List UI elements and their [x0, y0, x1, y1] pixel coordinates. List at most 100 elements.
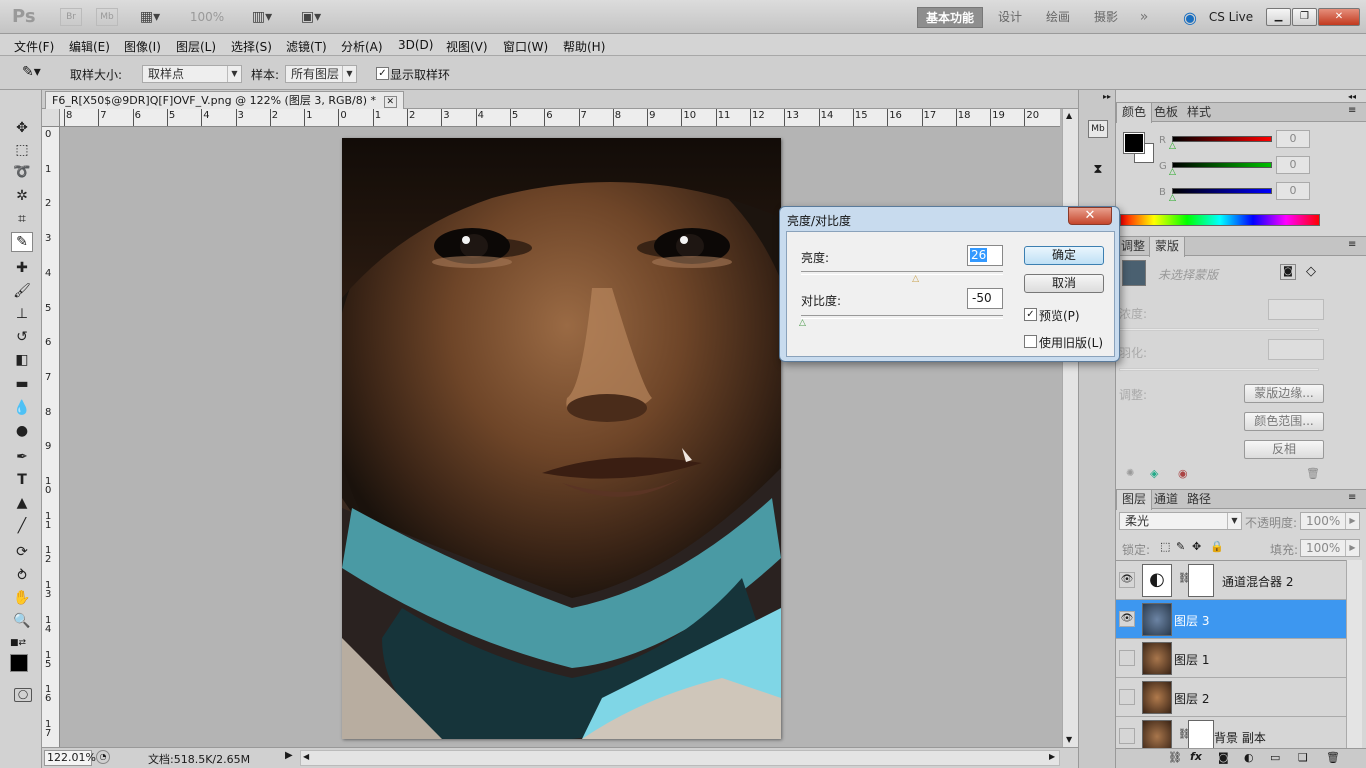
channel-g-handle-icon[interactable]: △	[1169, 167, 1176, 177]
eyedropper-tool-icon[interactable]: ✎	[11, 232, 33, 252]
line-tool-icon[interactable]: ╱	[11, 516, 33, 536]
brightness-field[interactable]: 26	[967, 245, 1003, 266]
sample-size-select[interactable]: 取样点 ▼	[142, 65, 242, 83]
lock-position-icon[interactable]: ✥	[1192, 540, 1201, 553]
move-tool-icon[interactable]: ✥	[11, 118, 33, 138]
layer-style-icon[interactable]: fx	[1190, 750, 1202, 763]
menu-help[interactable]: 帮助(H)	[563, 38, 605, 55]
panel-menu-icon[interactable]: ≡	[1348, 239, 1356, 250]
image-canvas[interactable]	[342, 138, 781, 739]
contrast-slider-handle-icon[interactable]: △	[799, 318, 806, 328]
crop-tool-icon[interactable]: ⌗	[11, 209, 33, 229]
status-menu-arrow-icon[interactable]: ▶	[285, 750, 297, 766]
layer-row[interactable]: ⛓ 背景 副本	[1116, 717, 1346, 748]
invert-button[interactable]: 反相	[1244, 440, 1324, 459]
eye-icon[interactable]	[1119, 728, 1135, 744]
lock-image-icon[interactable]: ✎	[1176, 540, 1185, 553]
tab-masks[interactable]: 蒙版	[1149, 237, 1186, 257]
new-layer-icon[interactable]: ❑	[1298, 751, 1308, 764]
delete-layer-icon[interactable]: 🗑	[1326, 751, 1340, 764]
blend-mode-select[interactable]: 柔光 ▼	[1119, 512, 1242, 530]
tab-swatches[interactable]: 色板	[1149, 103, 1183, 123]
color-range-button[interactable]: 颜色范围...	[1244, 412, 1324, 431]
panel-collapse-icon[interactable]: ▸▸	[1103, 92, 1111, 101]
preview-checkbox[interactable]: ✓	[1024, 308, 1037, 321]
history-panel-icon[interactable]: ⧗	[1088, 162, 1108, 180]
eye-icon[interactable]: 👁	[1119, 611, 1135, 627]
bridge-button[interactable]: Br	[60, 8, 82, 26]
channel-r-value[interactable]: 0	[1276, 130, 1310, 148]
menu-select[interactable]: 选择(S)	[231, 38, 272, 55]
legacy-checkbox[interactable]	[1024, 335, 1037, 348]
quick-select-tool-icon[interactable]: ✲	[11, 186, 33, 206]
channel-b-value[interactable]: 0	[1276, 182, 1310, 200]
feather-field[interactable]	[1268, 339, 1324, 360]
workspace-photography[interactable]: 摄影	[1086, 7, 1126, 28]
gradient-tool-icon[interactable]: ▬	[11, 374, 33, 394]
zoom-level[interactable]: 100%	[182, 8, 232, 26]
apply-mask-icon[interactable]: ◈	[1150, 467, 1158, 480]
eye-icon[interactable]	[1119, 689, 1135, 705]
healing-brush-tool-icon[interactable]: ✚	[11, 258, 33, 278]
feather-slider[interactable]	[1119, 368, 1319, 371]
minibridge-panel-icon[interactable]: Mb	[1088, 120, 1108, 138]
channel-b-slider[interactable]	[1172, 188, 1272, 194]
new-adjustment-icon[interactable]: ◐	[1244, 751, 1254, 764]
restore-button[interactable]: ❐	[1292, 8, 1317, 26]
pixel-mask-icon[interactable]: ◙	[1280, 264, 1296, 280]
vertical-ruler[interactable]: 0 1 2 3 4 5 6 7 8 9 1 0 1 1 1 2 1 3 1 4 1 5 1 6 1 7	[42, 127, 60, 748]
more-workspaces-icon[interactable]: »	[1134, 8, 1154, 26]
menu-view[interactable]: 视图(V)	[446, 38, 488, 55]
density-slider[interactable]	[1119, 328, 1319, 331]
mask-edge-button[interactable]: 蒙版边缘...	[1244, 384, 1324, 403]
add-mask-icon[interactable]: ◙	[1218, 751, 1229, 764]
panel-expand-icon[interactable]: ◂◂	[1348, 92, 1356, 101]
layer-row[interactable]: 图层 2	[1116, 678, 1346, 717]
status-preview-icon[interactable]: ◔	[96, 750, 110, 764]
lasso-tool-icon[interactable]: ➰	[11, 162, 33, 182]
quick-mask-icon[interactable]: ◯	[14, 688, 32, 702]
workspace-painting[interactable]: 绘画	[1038, 7, 1078, 28]
layer-mask-thumbnail[interactable]	[1188, 720, 1214, 748]
menu-window[interactable]: 窗口(W)	[503, 38, 548, 55]
sample-select[interactable]: 所有图层 ▼	[285, 65, 357, 83]
tab-adjustments[interactable]: 调整	[1116, 237, 1150, 257]
hand-tool-icon[interactable]: ✋	[11, 588, 33, 608]
tab-styles[interactable]: 样式	[1182, 103, 1216, 123]
eye-icon[interactable]	[1119, 650, 1135, 666]
vector-mask-icon[interactable]: ◇	[1306, 264, 1316, 279]
load-selection-icon[interactable]: ✺	[1126, 468, 1134, 479]
channel-g-value[interactable]: 0	[1276, 156, 1310, 174]
path-select-tool-icon[interactable]: ▲	[11, 493, 33, 513]
show-ring-checkbox[interactable]: ✓	[376, 67, 389, 80]
view-extras-button[interactable]: ▦▾	[133, 8, 167, 26]
3d-orbit-tool-icon[interactable]: ⥁	[11, 566, 33, 586]
arrange-documents-button[interactable]: ▥▾	[245, 8, 279, 26]
tab-color[interactable]: 颜色	[1116, 103, 1153, 123]
contrast-slider[interactable]	[801, 315, 1003, 319]
tab-paths[interactable]: 路径	[1182, 490, 1216, 510]
pen-tool-icon[interactable]: ✒	[11, 447, 33, 467]
workspace-essentials[interactable]: 基本功能	[917, 7, 984, 28]
cancel-button[interactable]: 取消	[1024, 274, 1104, 293]
minimize-button[interactable]: ▁	[1266, 8, 1291, 26]
clone-stamp-tool-icon[interactable]: ⊥	[11, 304, 33, 324]
fill-field[interactable]: 100% ▶	[1300, 539, 1360, 557]
foreground-color-swatch[interactable]	[10, 654, 28, 672]
ruler-origin[interactable]	[42, 109, 60, 127]
menu-filter[interactable]: 滤镜(T)	[286, 38, 327, 55]
panel-menu-icon[interactable]: ≡	[1348, 492, 1356, 503]
cs-live-button[interactable]: CS Live	[1204, 8, 1258, 26]
zoom-tool-icon[interactable]: 🔍	[11, 611, 33, 631]
scroll-up-icon[interactable]: ▲	[1066, 111, 1072, 120]
tab-layers[interactable]: 图层	[1116, 490, 1153, 510]
cs-live-icon[interactable]: ◉	[1180, 8, 1200, 27]
marquee-tool-icon[interactable]: ⬚	[11, 140, 33, 160]
vertical-scrollbar[interactable]: ▲ ▼	[1062, 109, 1078, 747]
dialog-close-button[interactable]: ✕	[1068, 207, 1112, 225]
panel-menu-icon[interactable]: ≡	[1348, 105, 1356, 116]
channel-r-handle-icon[interactable]: △	[1169, 141, 1176, 151]
minibridge-button[interactable]: Mb	[96, 8, 118, 26]
default-colors-icon[interactable]: ■⇄	[10, 638, 26, 648]
eye-icon[interactable]: 👁	[1119, 572, 1135, 588]
